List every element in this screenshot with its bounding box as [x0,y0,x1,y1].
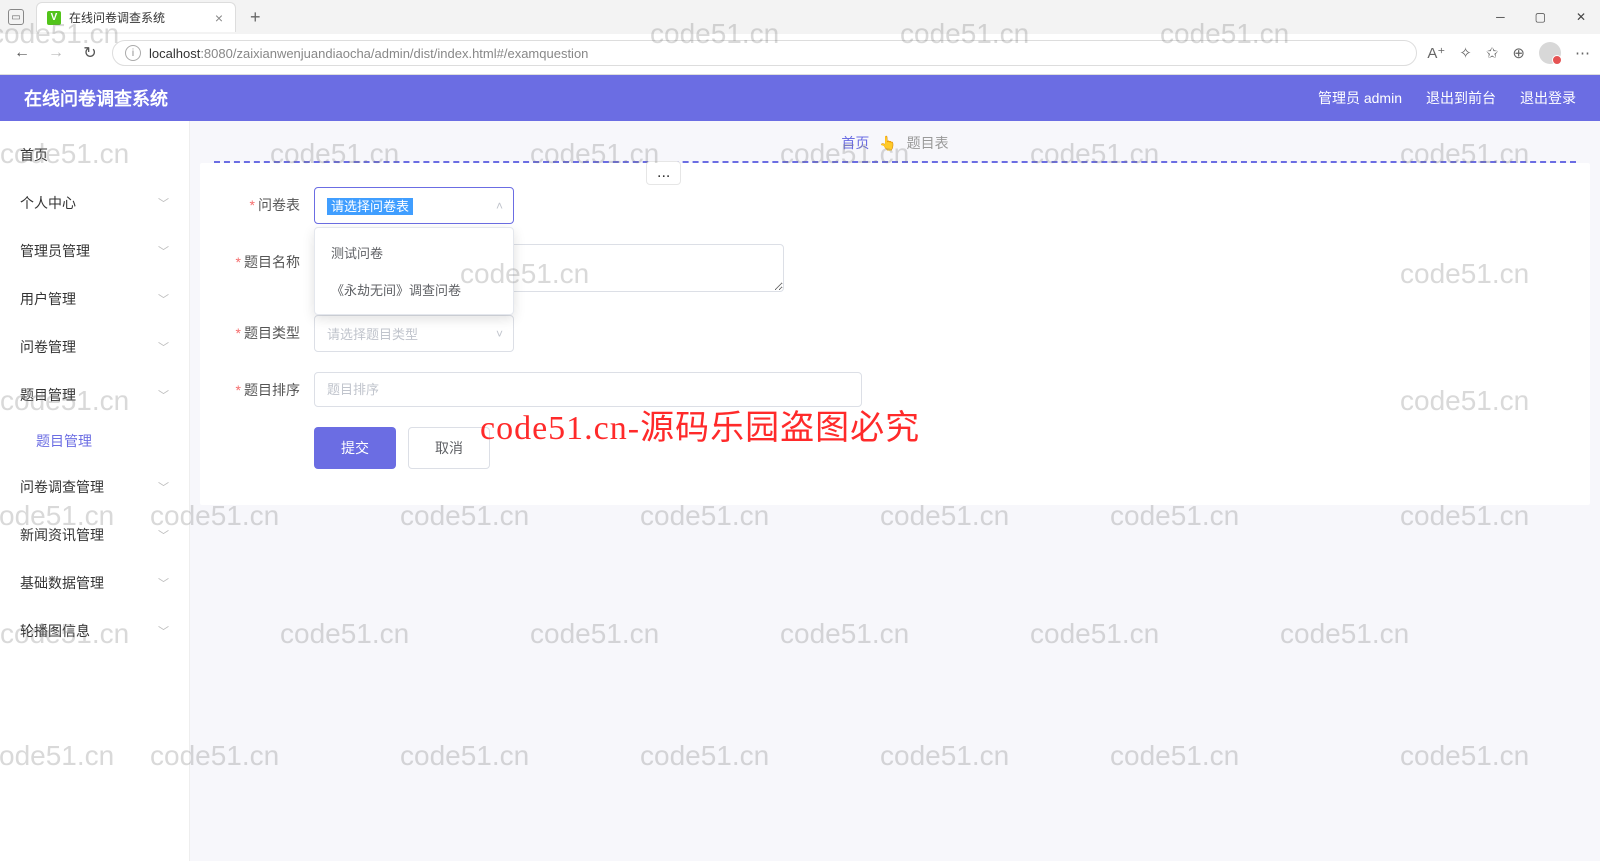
breadcrumb: 首页 👆 题目表 [190,121,1600,161]
chevron-down-icon: ˅ [496,327,503,341]
more-button[interactable]: ... [646,161,681,185]
tab-title: 在线问卷调查系统 [69,9,165,26]
dropdown-option[interactable]: 测试问卷 [315,234,513,271]
chevron-down-icon: ﹀ [158,387,169,403]
main-content: 首页 👆 题目表 ... *问卷表 请选择问卷表 ˄ 测试问卷 《永劫无间》调查… [190,121,1600,861]
input-order[interactable] [314,372,862,407]
chevron-down-icon: ﹀ [158,479,169,495]
app-body: 首页 个人中心 ﹀ 管理员管理 ﹀ 用户管理 ﹀ 问卷管理 ﹀ 题目管理 ﹀ 题目管理 问… [0,121,1600,861]
label-text: 问卷表 [258,197,300,213]
sidebar-item-news[interactable]: 新闻资讯管理 ﹀ [0,511,189,559]
user-label[interactable]: 管理员 admin [1318,88,1402,108]
dropdown-paper: 测试问卷 《永劫无间》调查问卷 [314,227,514,315]
chevron-down-icon: ﹀ [158,527,169,543]
sidebar-item-label: 基础数据管理 [20,573,104,593]
select-paper[interactable]: 请选择问卷表 ˄ 测试问卷 《永劫无间》调查问卷 [314,187,514,224]
form-row-type: *题目类型 请选择题目类型 ˅ [224,315,1566,352]
refresh-button[interactable]: ↻ [78,41,102,65]
sidebar-item-label: 新闻资讯管理 [20,525,104,545]
sidebar-item-survey[interactable]: 问卷管理 ﹀ [0,323,189,371]
tabs-overview-icon[interactable]: ▭ [8,9,24,25]
sidebar-item-users[interactable]: 用户管理 ﹀ [0,275,189,323]
select-placeholder: 请选择题目类型 [327,327,418,342]
chevron-down-icon: ﹀ [158,339,169,355]
sidebar-item-label: 个人中心 [20,193,76,213]
select-type[interactable]: 请选择题目类型 ˅ [314,315,514,352]
sidebar-item-label: 问卷调查管理 [20,477,104,497]
sidebar-item-label: 轮播图信息 [20,621,90,641]
back-button[interactable]: ← [10,41,34,65]
read-aloud-icon[interactable]: A⁺ [1427,44,1445,62]
label-text: 题目排序 [244,382,300,398]
reader-icon[interactable]: ✧ [1459,44,1472,62]
app-title: 在线问卷调查系统 [24,85,168,111]
maximize-button[interactable]: ▢ [1529,6,1552,28]
label-name: *题目名称 [224,244,314,272]
sidebar-item-basedata[interactable]: 基础数据管理 ﹀ [0,559,189,607]
label-text: 题目类型 [244,325,300,341]
back-to-front[interactable]: 退出到前台 [1426,88,1496,108]
breadcrumb-home[interactable]: 首页 [841,135,869,151]
close-tab-icon[interactable]: × [215,10,223,26]
browser-titlebar: ▭ V 在线问卷调查系统 × + ─ ▢ ✕ [0,0,1600,34]
chevron-up-icon: ˄ [496,199,503,213]
label-type: *题目类型 [224,315,314,343]
close-window-button[interactable]: ✕ [1570,6,1592,28]
profile-avatar-icon[interactable] [1539,42,1561,64]
new-tab-button[interactable]: + [242,7,269,28]
sidebar-item-admin[interactable]: 管理员管理 ﹀ [0,227,189,275]
collections-icon[interactable]: ⊕ [1512,44,1525,62]
url-port: :8080 [200,46,233,61]
sidebar: 首页 个人中心 ﹀ 管理员管理 ﹀ 用户管理 ﹀ 问卷管理 ﹀ 题目管理 ﹀ 题目管理 问… [0,121,190,861]
sidebar-item-label: 题目管理 [20,385,76,405]
label-text: 题目名称 [244,254,300,270]
sidebar-item-home[interactable]: 首页 [0,131,189,179]
form-row-paper: *问卷表 请选择问卷表 ˄ 测试问卷 《永劫无间》调查问卷 [224,187,1566,224]
more-menu-icon[interactable]: ⋯ [1575,44,1590,62]
button-row: 提交 取消 [224,427,1566,469]
minimize-button[interactable]: ─ [1490,6,1511,28]
browser-chrome: ▭ V 在线问卷调查系统 × + ─ ▢ ✕ ← → ↻ i localhost… [0,0,1600,75]
window-controls: ─ ▢ ✕ [1490,6,1592,28]
address-actions: A⁺ ✧ ✩ ⊕ ⋯ [1427,42,1590,64]
favicon-icon: V [47,11,61,25]
sidebar-item-label: 问卷管理 [20,337,76,357]
cancel-button[interactable]: 取消 [408,427,490,469]
favorites-icon[interactable]: ✩ [1486,44,1499,62]
url-text: localhost:8080/zaixianwenjuandiaocha/adm… [149,46,588,61]
sidebar-item-profile[interactable]: 个人中心 ﹀ [0,179,189,227]
address-bar-row: ← → ↻ i localhost:8080/zaixianwenjuandia… [0,34,1600,74]
dropdown-option[interactable]: 《永劫无间》调查问卷 [315,271,513,308]
url-path: /zaixianwenjuandiaocha/admin/dist/index.… [233,46,589,61]
forward-button: → [44,41,68,65]
browser-tab[interactable]: V 在线问卷调查系统 × [36,2,236,32]
chevron-down-icon: ﹀ [158,291,169,307]
sidebar-item-label: 用户管理 [20,289,76,309]
breadcrumb-current: 题目表 [907,135,949,151]
submit-button[interactable]: 提交 [314,427,396,469]
select-placeholder: 请选择问卷表 [327,198,413,215]
form-row-order: *题目排序 [224,372,1566,407]
chevron-down-icon: ﹀ [158,575,169,591]
app-header: 在线问卷调查系统 管理员 admin 退出到前台 退出登录 [0,75,1600,121]
chevron-down-icon: ﹀ [158,243,169,259]
label-order: *题目排序 [224,372,314,400]
site-info-icon[interactable]: i [125,45,141,61]
sidebar-item-carousel[interactable]: 轮播图信息 ﹀ [0,607,189,655]
input-order-wrap [314,372,862,407]
breadcrumb-sep-icon: 👆 [879,135,896,151]
sidebar-item-label: 首页 [20,145,48,165]
sidebar-item-survey-investigate[interactable]: 问卷调查管理 ﹀ [0,463,189,511]
logout-link[interactable]: 退出登录 [1520,88,1576,108]
label-paper: *问卷表 [224,187,314,215]
chevron-down-icon: ﹀ [158,623,169,639]
chevron-down-icon: ﹀ [158,195,169,211]
sidebar-subitem-question[interactable]: 题目管理 [0,419,189,463]
sidebar-item-label: 管理员管理 [20,241,90,261]
form-card: ... *问卷表 请选择问卷表 ˄ 测试问卷 《永劫无间》调查问卷 *题目 [200,163,1590,505]
sidebar-item-question[interactable]: 题目管理 ﹀ [0,371,189,419]
address-bar[interactable]: i localhost:8080/zaixianwenjuandiaocha/a… [112,40,1417,66]
url-host: localhost [149,46,200,61]
